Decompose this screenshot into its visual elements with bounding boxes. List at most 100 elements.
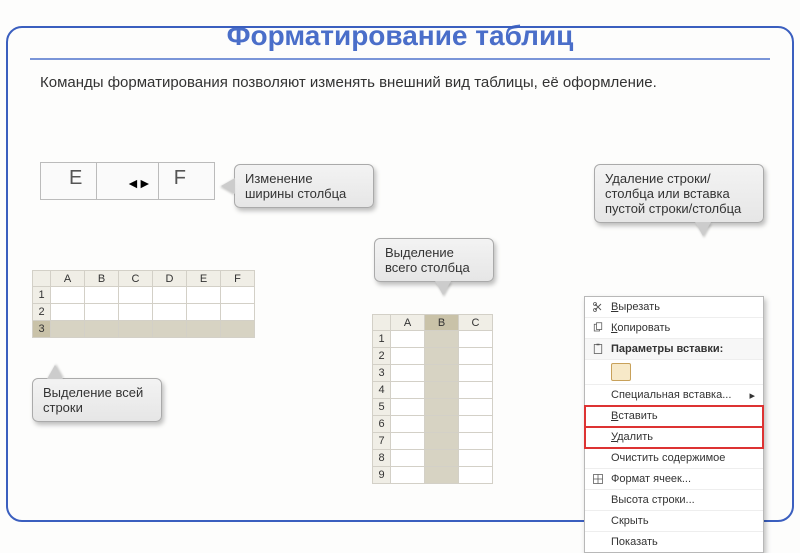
row-header: 7 [373, 433, 391, 450]
cell [51, 287, 85, 304]
cell [425, 348, 459, 365]
cell [425, 450, 459, 467]
cell [85, 321, 119, 338]
cell [459, 399, 493, 416]
submenu-arrow-icon: ▸ [749, 389, 755, 402]
context-menu: Вырезать Копировать Параметры вставки: С… [584, 296, 764, 553]
cell [459, 331, 493, 348]
cell [187, 287, 221, 304]
ctx-label: Параметры вставки: [611, 343, 723, 355]
row-header: 2 [373, 348, 391, 365]
cell [51, 304, 85, 321]
ctx-delete[interactable]: Удалить [585, 427, 763, 448]
ctx-show[interactable]: Показать [585, 532, 763, 552]
cell [187, 304, 221, 321]
col-header: F [221, 271, 255, 287]
ctx-label: Показать [611, 536, 658, 548]
callout-column-width: Изменение ширины столбца [234, 164, 374, 208]
cell [119, 321, 153, 338]
ctx-label: Удалить [611, 431, 653, 443]
callout-label: Выделение всей строки [43, 385, 143, 415]
cell [459, 450, 493, 467]
col-header: D [153, 271, 187, 287]
ctx-label: Вырезать [611, 301, 660, 313]
row-header: 1 [33, 287, 51, 304]
sheet-row-selection: ABCDEF 123 [32, 270, 255, 338]
cell [391, 348, 425, 365]
col-header: C [459, 315, 493, 331]
blank-icon [591, 451, 605, 465]
col-label-F: F [174, 167, 186, 190]
cell [391, 450, 425, 467]
cell [51, 321, 85, 338]
cell [391, 382, 425, 399]
callout-label: Выделение всего столбца [385, 245, 470, 275]
blank-icon [591, 514, 605, 528]
cell [425, 399, 459, 416]
col-header: B [425, 315, 459, 331]
cell [391, 331, 425, 348]
ctx-format-cells[interactable]: Формат ячеек... [585, 469, 763, 490]
sheet-column-selection: ABC 123456789 [372, 314, 493, 484]
cell [459, 433, 493, 450]
callout-tail-icon [435, 281, 451, 295]
cell [425, 467, 459, 484]
ctx-hide[interactable]: Скрыть [585, 511, 763, 532]
col-header: B [85, 271, 119, 287]
ctx-clear[interactable]: Очистить содержимое [585, 448, 763, 469]
cell [391, 416, 425, 433]
cell [153, 304, 187, 321]
copy-icon [591, 321, 605, 335]
row-header: 6 [373, 416, 391, 433]
row-header: 2 [33, 304, 51, 321]
cell [391, 433, 425, 450]
cell [425, 365, 459, 382]
col-header: E [187, 271, 221, 287]
cell [425, 433, 459, 450]
cell [459, 382, 493, 399]
row-header: 1 [373, 331, 391, 348]
callout-select-column: Выделение всего столбца [374, 238, 494, 282]
row-header: 9 [373, 467, 391, 484]
callout-tail-icon [695, 222, 711, 236]
blank-icon [591, 388, 605, 402]
corner [373, 315, 391, 331]
ctx-label: Вставить [611, 410, 658, 422]
col-label-E: E [69, 167, 82, 190]
ctx-label: Копировать [611, 322, 670, 334]
paste-option-icon[interactable] [611, 363, 631, 381]
cell [425, 382, 459, 399]
col-header: C [119, 271, 153, 287]
clipboard-icon [591, 342, 605, 356]
callout-select-row: Выделение всей строки [32, 378, 162, 422]
cell [153, 287, 187, 304]
cell [459, 348, 493, 365]
blank-icon [591, 409, 605, 423]
cell [153, 321, 187, 338]
cut-icon [591, 300, 605, 314]
ctx-label: Формат ячеек... [611, 473, 691, 485]
cell [85, 304, 119, 321]
cell [187, 321, 221, 338]
cell [425, 331, 459, 348]
resize-cursor-icon: ◄► [126, 175, 150, 191]
ctx-paste-special[interactable]: Специальная вставка... ▸ [585, 385, 763, 406]
cell [459, 365, 493, 382]
callout-tail-icon [221, 178, 235, 194]
ctx-copy[interactable]: Копировать [585, 318, 763, 339]
row-header: 4 [373, 382, 391, 399]
cell [391, 365, 425, 382]
ctx-label: Высота строки... [611, 494, 695, 506]
ctx-insert[interactable]: Вставить [585, 406, 763, 427]
callout-label: Изменение ширины столбца [245, 171, 346, 201]
col-header: A [391, 315, 425, 331]
ctx-label: Очистить содержимое [611, 452, 725, 464]
ctx-paste-options-header: Параметры вставки: [585, 339, 763, 360]
ctx-label: Скрыть [611, 515, 649, 527]
corner [33, 271, 51, 287]
cell [425, 416, 459, 433]
ctx-cut[interactable]: Вырезать [585, 297, 763, 318]
blank-icon [591, 430, 605, 444]
cell [119, 304, 153, 321]
row-header: 3 [33, 321, 51, 338]
